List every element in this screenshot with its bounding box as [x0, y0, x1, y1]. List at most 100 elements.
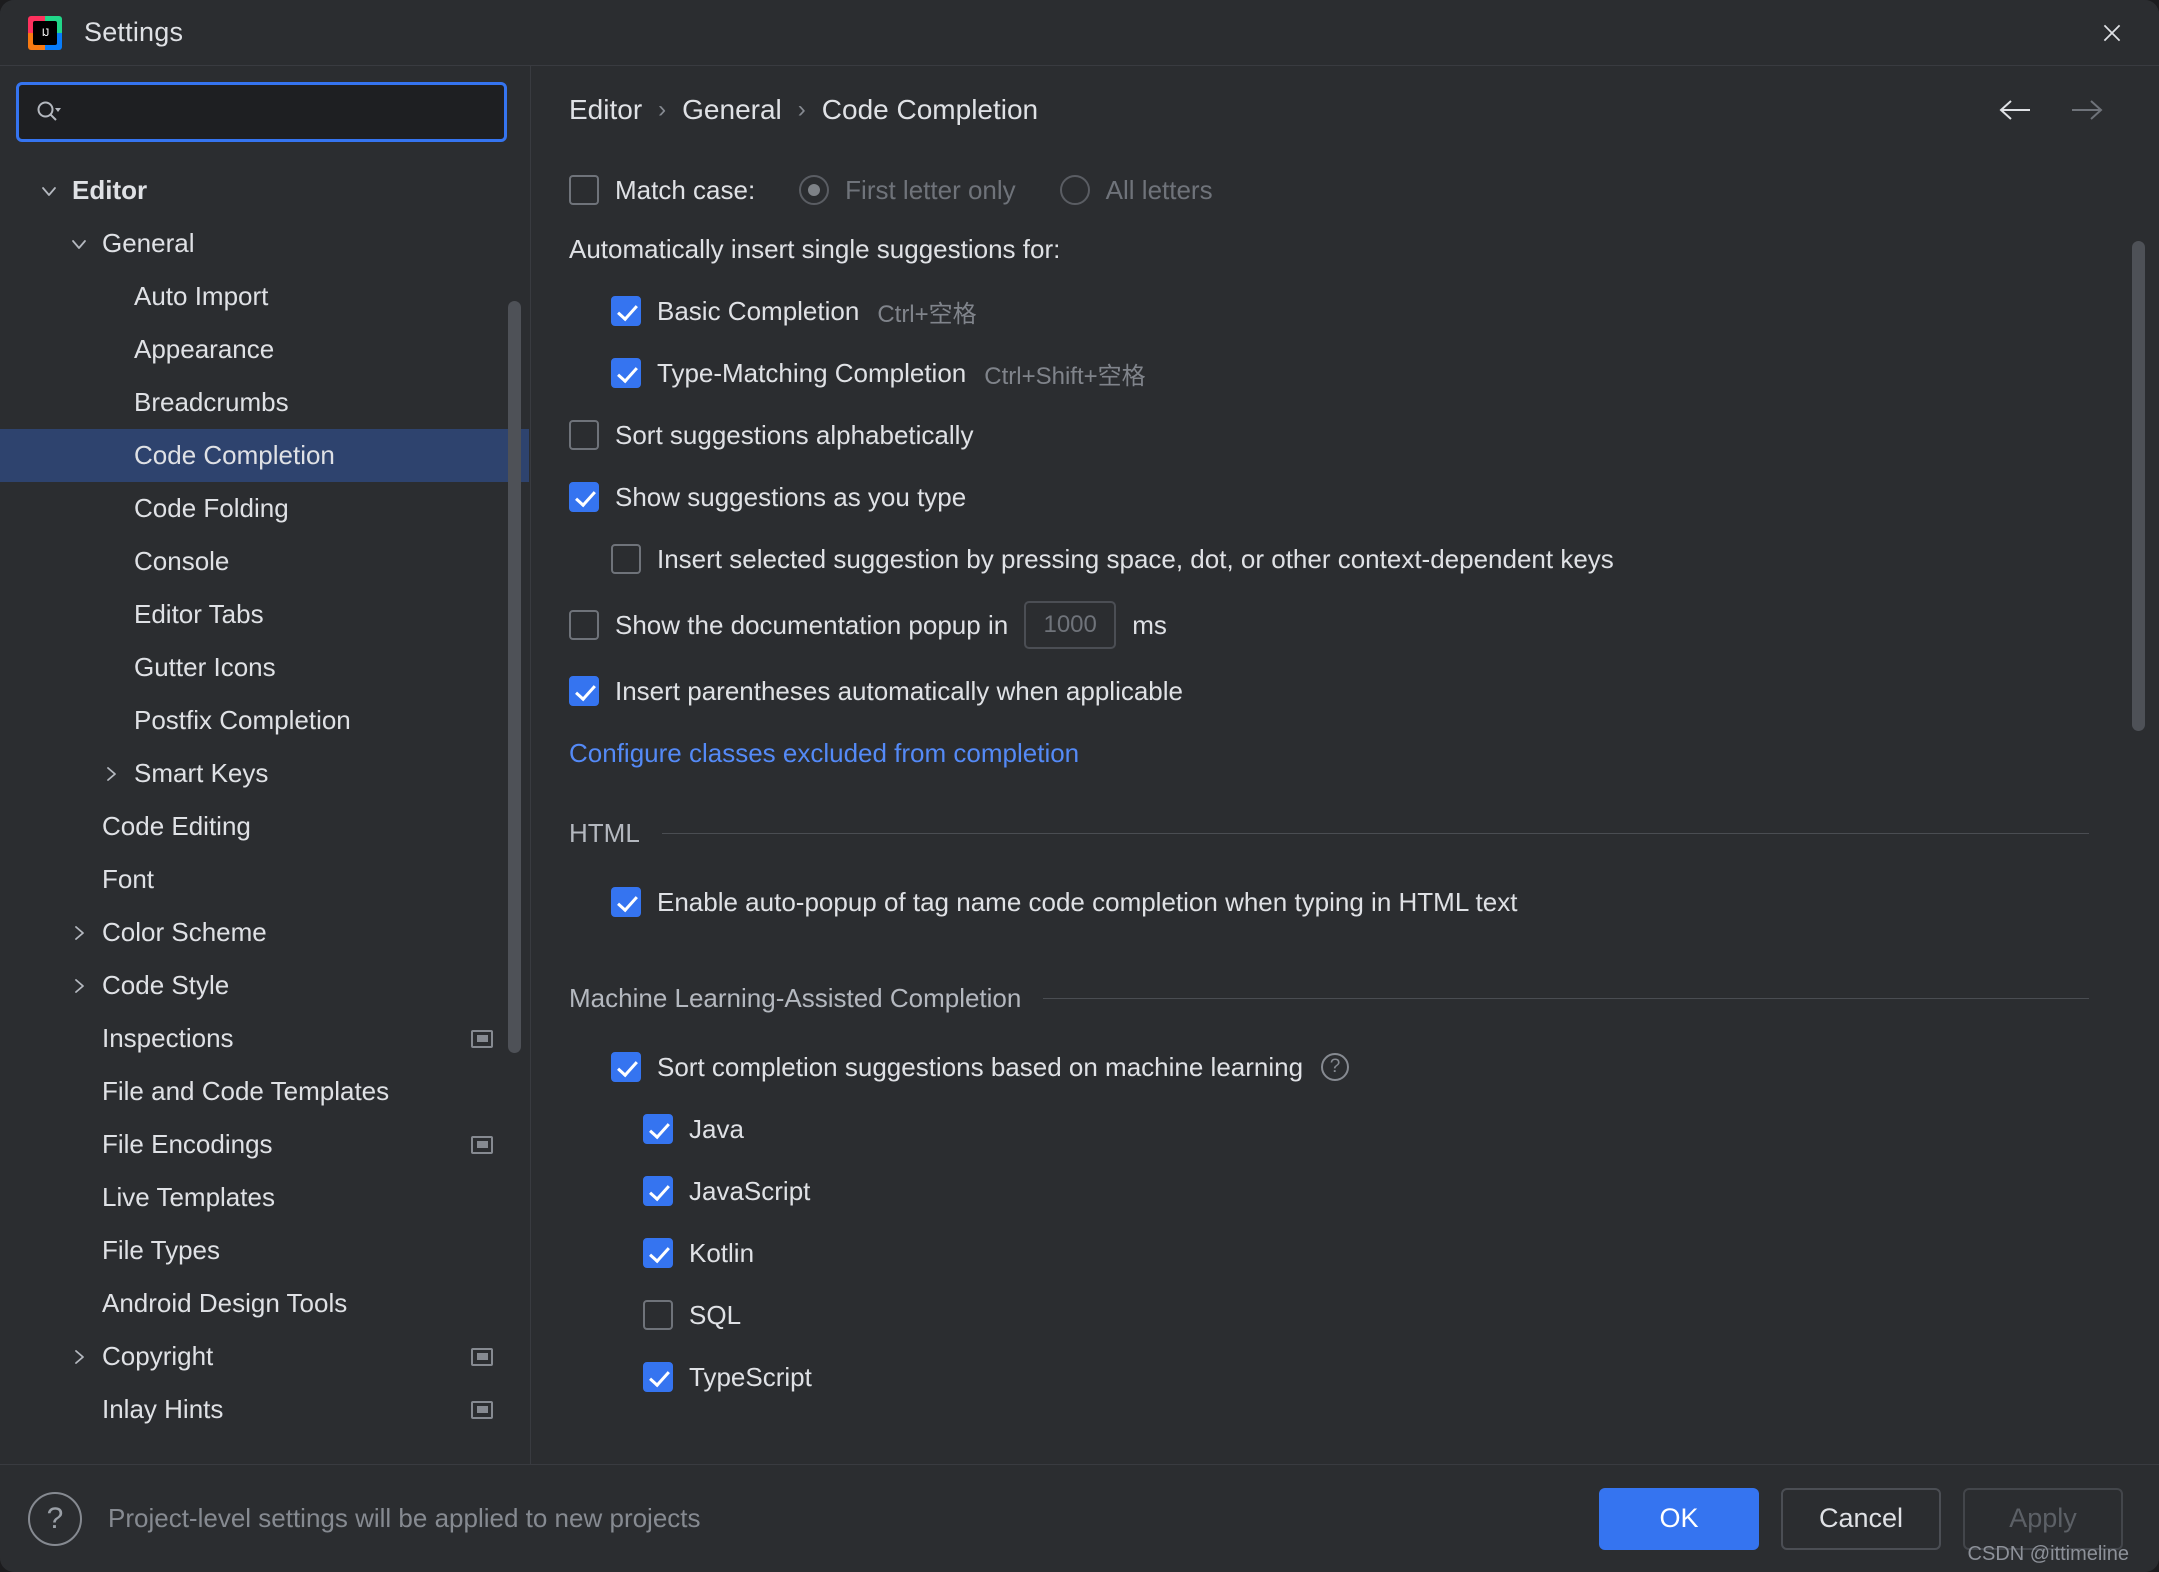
- search-container: [0, 66, 529, 150]
- basic-completion-row: Basic Completion Ctrl+空格: [611, 280, 2089, 342]
- question-circle-icon[interactable]: ?: [1321, 1053, 1350, 1081]
- settings-tree: Editor General Auto Import Appearance Breadc…: [0, 150, 529, 1464]
- doc-popup-checkbox[interactable]: [569, 610, 599, 640]
- chevron-down-icon[interactable]: [34, 176, 64, 206]
- sidebar-item-editor[interactable]: Editor: [0, 164, 529, 217]
- dialog-footer: ? Project-level settings will be applied…: [0, 1464, 2159, 1572]
- search-box[interactable]: [16, 82, 507, 142]
- ml-language-label: JavaScript: [689, 1175, 811, 1206]
- type-matching-completion-checkbox[interactable]: [611, 358, 641, 388]
- doc-popup-label: Show the documentation popup in: [615, 609, 1009, 640]
- sidebar-item-label: Console: [134, 546, 230, 576]
- chevron-right-icon[interactable]: [64, 971, 94, 1001]
- ml-language-row-sql: SQL: [643, 1284, 2089, 1346]
- breadcrumb-item-code-completion: Code Completion: [821, 94, 1039, 125]
- settings-sidebar: Editor General Auto Import Appearance Breadc…: [0, 66, 530, 1464]
- ml-language-checkbox-sql[interactable]: [643, 1300, 673, 1330]
- sidebar-item-general[interactable]: General: [0, 217, 529, 270]
- sidebar-item-font[interactable]: Font: [0, 853, 529, 906]
- sidebar-item-copyright[interactable]: Copyright: [0, 1330, 529, 1383]
- sidebar-item-appearance[interactable]: Appearance: [0, 323, 529, 376]
- sort-alphabetically-checkbox[interactable]: [569, 420, 599, 450]
- sidebar-item-editor-tabs[interactable]: Editor Tabs: [0, 588, 529, 641]
- sidebar-item-label: Android Design Tools: [102, 1288, 348, 1318]
- sidebar-item-label: Color Scheme: [102, 917, 267, 947]
- dialog-body: Editor General Auto Import Appearance Breadc…: [0, 66, 2159, 1464]
- sidebar-item-file-encodings[interactable]: File Encodings: [0, 1118, 529, 1171]
- basic-completion-shortcut: Ctrl+空格: [877, 300, 977, 328]
- sidebar-item-breadcrumbs[interactable]: Breadcrumbs: [0, 376, 529, 429]
- question-mark-icon[interactable]: ?: [28, 1491, 82, 1546]
- sidebar-item-postfix-completion[interactable]: Postfix Completion: [0, 694, 529, 747]
- sidebar-item-auto-import[interactable]: Auto Import: [0, 270, 529, 323]
- project-level-badge-icon: [471, 1135, 493, 1154]
- sidebar-scrollbar[interactable]: [508, 301, 521, 1053]
- sidebar-item-inlay-hints[interactable]: Inlay Hints: [0, 1383, 529, 1436]
- basic-completion-checkbox[interactable]: [611, 296, 641, 326]
- sidebar-item-file-and-code-templates[interactable]: File and Code Templates: [0, 1065, 529, 1118]
- breadcrumb-item-general[interactable]: General: [682, 94, 782, 126]
- auto-insert-heading-row: Automatically insert single suggestions …: [569, 218, 2089, 280]
- sidebar-item-label: Code Style: [102, 970, 230, 1000]
- configure-excluded-classes-link[interactable]: Configure classes excluded from completi…: [569, 738, 1079, 769]
- settings-dialog: IJ Settings Editor General Auto Import A…: [0, 0, 2159, 1572]
- project-level-badge-icon: [471, 1347, 493, 1366]
- type-matching-completion-shortcut: Ctrl+Shift+空格: [984, 362, 1146, 390]
- sidebar-item-code-editing[interactable]: Code Editing: [0, 800, 529, 853]
- insert-parentheses-label: Insert parentheses automatically when ap…: [615, 675, 1184, 706]
- sidebar-item-inspections[interactable]: Inspections: [0, 1012, 529, 1065]
- cancel-button[interactable]: Cancel: [1781, 1487, 1941, 1550]
- doc-popup-delay-input[interactable]: [1024, 601, 1117, 649]
- sidebar-item-smart-keys[interactable]: Smart Keys: [0, 747, 529, 800]
- ml-language-checkbox-kotlin[interactable]: [643, 1238, 673, 1268]
- sidebar-item-label: Auto Import: [134, 281, 269, 311]
- sidebar-item-code-style[interactable]: Code Style: [0, 959, 529, 1012]
- first-letter-only-radio[interactable]: [799, 175, 830, 205]
- sidebar-item-code-folding[interactable]: Code Folding: [0, 482, 529, 535]
- html-section-divider: [661, 833, 2089, 834]
- search-input[interactable]: [73, 99, 488, 125]
- insert-selected-suggestion-label: Insert selected suggestion by pressing s…: [657, 543, 1614, 574]
- html-auto-popup-row: Enable auto-popup of tag name code compl…: [611, 871, 2089, 933]
- sidebar-item-label: Gutter Icons: [134, 652, 276, 682]
- all-letters-radio-group[interactable]: All letters: [1059, 175, 1213, 206]
- match-case-checkbox[interactable]: [569, 175, 599, 205]
- sidebar-item-console[interactable]: Console: [0, 535, 529, 588]
- ml-section-title: Machine Learning-Assisted Completion: [569, 983, 1022, 1013]
- search-icon: [35, 99, 61, 125]
- insert-parentheses-checkbox[interactable]: [569, 676, 599, 706]
- html-section-title: HTML: [569, 818, 640, 848]
- sidebar-item-gutter-icons[interactable]: Gutter Icons: [0, 641, 529, 694]
- all-letters-radio[interactable]: [1059, 175, 1090, 205]
- chevron-right-icon[interactable]: [64, 1342, 94, 1372]
- chevron-right-icon[interactable]: [64, 918, 94, 948]
- ml-sort-checkbox[interactable]: [611, 1052, 641, 1082]
- sidebar-item-code-completion[interactable]: Code Completion: [0, 429, 529, 482]
- breadcrumb-item-editor[interactable]: Editor: [569, 94, 642, 126]
- first-letter-only-label: First letter only: [845, 174, 1016, 205]
- sidebar-item-color-scheme[interactable]: Color Scheme: [0, 906, 529, 959]
- doc-popup-unit: ms: [1132, 609, 1167, 640]
- sidebar-item-label: File Encodings: [102, 1129, 273, 1159]
- ok-button[interactable]: OK: [1599, 1487, 1759, 1550]
- content-scrollbar[interactable]: [2132, 241, 2145, 731]
- ml-language-checkbox-javascript[interactable]: [643, 1176, 673, 1206]
- sidebar-item-label: Inspections: [102, 1023, 234, 1053]
- ml-language-checkbox-typescript[interactable]: [643, 1362, 673, 1392]
- insert-selected-suggestion-checkbox[interactable]: [611, 544, 641, 574]
- show-as-you-type-checkbox[interactable]: [569, 482, 599, 512]
- sidebar-item-file-types[interactable]: File Types: [0, 1224, 529, 1277]
- arrow-left-icon[interactable]: [1995, 89, 2037, 131]
- sidebar-item-live-templates[interactable]: Live Templates: [0, 1171, 529, 1224]
- arrow-right-icon[interactable]: [2065, 89, 2107, 131]
- close-icon[interactable]: [2089, 10, 2135, 56]
- first-letter-only-radio-group[interactable]: First letter only: [799, 175, 1016, 206]
- ml-language-checkbox-java[interactable]: [643, 1114, 673, 1144]
- chevron-down-icon[interactable]: [64, 229, 94, 259]
- chevron-right-icon[interactable]: [96, 759, 126, 789]
- sidebar-item-android-design-tools[interactable]: Android Design Tools: [0, 1277, 529, 1330]
- html-auto-popup-checkbox[interactable]: [611, 887, 641, 917]
